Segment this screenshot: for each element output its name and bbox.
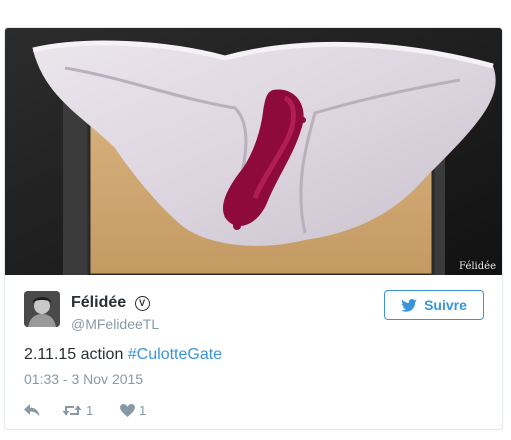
bird-icon	[401, 298, 417, 312]
retweet-count: 1	[86, 403, 94, 418]
embedded-tweet-card: Félidée Félidée V @MFelideeTL Suivre 2.1	[4, 27, 503, 430]
verified-icon: V	[134, 296, 150, 311]
tweet-photo[interactable]: Félidée	[5, 28, 502, 275]
heart-icon	[120, 404, 135, 417]
display-name[interactable]: Félidée	[71, 294, 126, 311]
follow-button[interactable]: Suivre	[384, 290, 484, 320]
reply-icon	[24, 404, 40, 417]
reply-button[interactable]	[24, 404, 62, 417]
tweet-body: Félidée V @MFelideeTL Suivre 2.11.15 act…	[5, 275, 502, 429]
tweet-timestamp[interactable]: 01:33 - 3 Nov 2015	[24, 371, 143, 387]
like-button[interactable]: 1	[120, 403, 146, 418]
tweet-text: 2.11.15 action #CulotteGate	[24, 344, 222, 366]
tweet-actions: 1 1	[24, 403, 146, 418]
retweet-icon	[62, 405, 82, 416]
author-info: Félidée V @MFelideeTL	[71, 293, 159, 334]
like-count: 1	[139, 403, 147, 418]
hashtag-link[interactable]: #CulotteGate	[128, 346, 222, 363]
avatar-image	[24, 291, 60, 327]
retweet-button[interactable]: 1	[62, 403, 120, 418]
tweet-text-plain: 2.11.15 action	[24, 346, 128, 363]
author-name-row: Félidée V	[71, 293, 159, 312]
avatar[interactable]	[24, 291, 60, 327]
photo-image	[5, 28, 502, 275]
follow-button-label: Suivre	[424, 297, 467, 313]
photo-watermark: Félidée	[459, 261, 496, 272]
user-handle[interactable]: @MFelideeTL	[71, 314, 159, 334]
